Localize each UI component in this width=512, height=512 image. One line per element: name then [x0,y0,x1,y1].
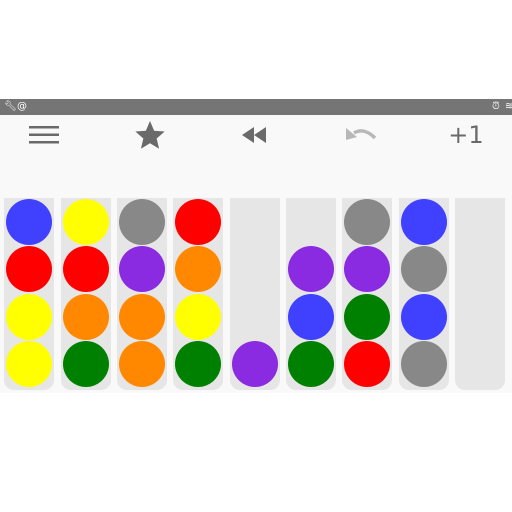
undo-button[interactable] [336,118,386,152]
red-ball[interactable] [6,246,52,293]
menu-icon [29,126,59,144]
purple-ball[interactable] [288,246,334,293]
restart-button[interactable] [230,118,280,152]
green-ball[interactable] [175,340,221,387]
tube[interactable] [4,198,54,390]
tube[interactable] [342,198,392,390]
red-ball[interactable] [344,340,390,387]
alarm-icon: ⏰︎ [492,101,500,112]
tube[interactable] [286,198,336,390]
green-ball[interactable] [288,340,334,387]
status-bar: 🔧︎ @ ⏰︎ ≋ [0,99,512,115]
gray-ball[interactable] [119,199,165,245]
purple-ball[interactable] [232,340,278,387]
orange-ball[interactable] [119,340,165,387]
red-ball[interactable] [175,199,221,245]
at-icon: @ [17,101,27,112]
yellow-ball[interactable] [63,199,109,245]
purple-ball[interactable] [344,246,390,293]
star-button[interactable] [125,118,175,152]
blue-ball[interactable] [288,293,334,340]
menu-button[interactable] [19,118,69,152]
yellow-ball[interactable] [6,293,52,340]
wrench-icon: 🔧︎ [4,101,17,112]
gray-ball[interactable] [401,246,447,293]
green-ball[interactable] [63,340,109,387]
undo-icon [346,128,377,140]
tube[interactable] [455,198,505,390]
add-tube-button[interactable]: +1 [441,118,491,152]
gray-ball[interactable] [344,199,390,245]
gray-ball[interactable] [401,340,447,387]
green-ball[interactable] [344,293,390,340]
orange-ball[interactable] [175,246,221,293]
tube[interactable] [230,198,280,390]
plus-one-label: +1 [448,121,484,149]
tube[interactable] [117,198,167,390]
yellow-ball[interactable] [175,293,221,340]
wifi-icon: ≋ [505,101,512,112]
orange-ball[interactable] [63,293,109,340]
blue-ball[interactable] [6,199,52,245]
blue-ball[interactable] [401,199,447,245]
tube[interactable] [61,198,111,390]
star-icon [135,121,165,149]
tube[interactable] [399,198,449,390]
yellow-ball[interactable] [6,340,52,387]
rewind-icon [242,127,266,143]
red-ball[interactable] [63,246,109,293]
purple-ball[interactable] [119,246,165,293]
blue-ball[interactable] [401,293,447,340]
orange-ball[interactable] [119,293,165,340]
tube[interactable] [173,198,223,390]
